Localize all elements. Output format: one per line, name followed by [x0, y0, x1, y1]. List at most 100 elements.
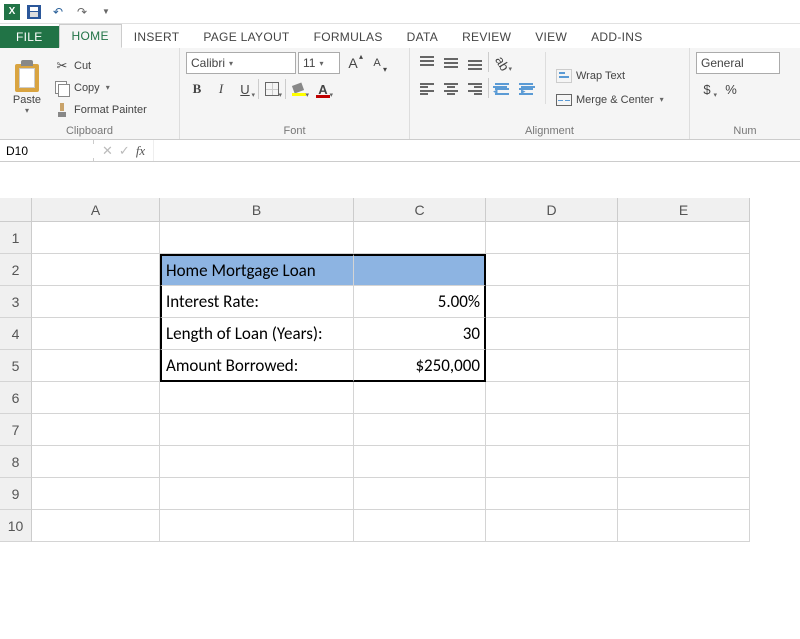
row-header-8[interactable]: 8: [0, 446, 32, 478]
cell-C2[interactable]: [354, 254, 486, 286]
cell-E3[interactable]: [618, 286, 750, 318]
cell-A5[interactable]: [32, 350, 160, 382]
cell-D1[interactable]: [486, 222, 618, 254]
cell-E1[interactable]: [618, 222, 750, 254]
cell-B10[interactable]: [160, 510, 354, 542]
redo-button[interactable]: ↷: [72, 2, 92, 22]
copy-button[interactable]: Copy ▾: [52, 78, 149, 98]
cell-D9[interactable]: [486, 478, 618, 510]
cell-C8[interactable]: [354, 446, 486, 478]
excel-icon[interactable]: X: [4, 4, 20, 20]
cell-A6[interactable]: [32, 382, 160, 414]
cell-B2[interactable]: Home Mortgage Loan: [160, 254, 354, 286]
col-header-C[interactable]: C: [354, 198, 486, 222]
decrease-indent-button[interactable]: ◂: [491, 78, 513, 100]
col-header-A[interactable]: A: [32, 198, 160, 222]
cell-C7[interactable]: [354, 414, 486, 446]
cut-button[interactable]: ✂ Cut: [52, 56, 149, 76]
cell-B1[interactable]: [160, 222, 354, 254]
wrap-text-button[interactable]: Wrap Text: [554, 66, 666, 86]
row-header-10[interactable]: 10: [0, 510, 32, 542]
save-button[interactable]: [24, 2, 44, 22]
cell-C5[interactable]: $250,000: [354, 350, 486, 382]
align-center-button[interactable]: [440, 78, 462, 100]
align-middle-button[interactable]: [440, 52, 462, 74]
cell-C3[interactable]: 5.00%: [354, 286, 486, 318]
undo-button[interactable]: ↶: [48, 2, 68, 22]
cell-C9[interactable]: [354, 478, 486, 510]
tab-data[interactable]: DATA: [395, 26, 450, 48]
paste-button[interactable]: Paste ▾: [6, 52, 48, 123]
font-color-button[interactable]: A▾: [312, 78, 334, 100]
align-left-button[interactable]: [416, 78, 438, 100]
align-bottom-button[interactable]: [464, 52, 486, 74]
font-name-dropdown[interactable]: Calibri▾: [186, 52, 296, 74]
insert-function-button[interactable]: fx: [136, 143, 145, 159]
align-top-button[interactable]: [416, 52, 438, 74]
tab-formulas[interactable]: FORMULAS: [302, 26, 395, 48]
align-right-button[interactable]: [464, 78, 486, 100]
increase-indent-button[interactable]: ▸: [515, 78, 537, 100]
cell-D6[interactable]: [486, 382, 618, 414]
select-all-corner[interactable]: [0, 198, 32, 222]
cell-D8[interactable]: [486, 446, 618, 478]
cell-C10[interactable]: [354, 510, 486, 542]
cell-C4[interactable]: 30: [354, 318, 486, 350]
col-header-E[interactable]: E: [618, 198, 750, 222]
col-header-B[interactable]: B: [160, 198, 354, 222]
qat-customize-button[interactable]: ▼: [96, 2, 116, 22]
row-header-2[interactable]: 2: [0, 254, 32, 286]
orientation-button[interactable]: ab▾: [491, 52, 513, 74]
tab-file[interactable]: FILE: [0, 26, 59, 48]
cell-E7[interactable]: [618, 414, 750, 446]
cell-B4[interactable]: Length of Loan (Years):: [160, 318, 354, 350]
cell-E5[interactable]: [618, 350, 750, 382]
format-painter-button[interactable]: Format Painter: [52, 100, 149, 120]
cell-E10[interactable]: [618, 510, 750, 542]
cell-B5[interactable]: Amount Borrowed:: [160, 350, 354, 382]
merge-center-button[interactable]: Merge & Center ▾: [554, 90, 666, 110]
cell-B7[interactable]: [160, 414, 354, 446]
tab-add-ins[interactable]: ADD-INS: [579, 26, 654, 48]
underline-button[interactable]: U▾: [234, 78, 256, 100]
bold-button[interactable]: B: [186, 78, 208, 100]
row-header-4[interactable]: 4: [0, 318, 32, 350]
formula-input[interactable]: [154, 140, 800, 161]
tab-insert[interactable]: INSERT: [122, 26, 192, 48]
grow-font-button[interactable]: A▴: [342, 52, 364, 74]
cell-E8[interactable]: [618, 446, 750, 478]
cell-B3[interactable]: Interest Rate:: [160, 286, 354, 318]
row-header-9[interactable]: 9: [0, 478, 32, 510]
cell-B9[interactable]: [160, 478, 354, 510]
cell-A9[interactable]: [32, 478, 160, 510]
cell-E6[interactable]: [618, 382, 750, 414]
cell-A10[interactable]: [32, 510, 160, 542]
formula-cancel-button[interactable]: ✕: [102, 143, 113, 159]
formula-enter-button[interactable]: ✓: [119, 143, 130, 159]
borders-button[interactable]: ▾: [261, 78, 283, 100]
cell-D4[interactable]: [486, 318, 618, 350]
fill-color-button[interactable]: ▾: [288, 78, 310, 100]
tab-view[interactable]: VIEW: [523, 26, 579, 48]
cell-E9[interactable]: [618, 478, 750, 510]
cell-D5[interactable]: [486, 350, 618, 382]
row-header-6[interactable]: 6: [0, 382, 32, 414]
cell-A7[interactable]: [32, 414, 160, 446]
tab-home[interactable]: HOME: [59, 24, 122, 48]
cell-C1[interactable]: [354, 222, 486, 254]
cell-D3[interactable]: [486, 286, 618, 318]
percent-button[interactable]: %: [720, 78, 742, 100]
tab-page-layout[interactable]: PAGE LAYOUT: [191, 26, 301, 48]
font-size-dropdown[interactable]: 11▾: [298, 52, 340, 74]
shrink-font-button[interactable]: A▾: [366, 52, 388, 74]
cell-D10[interactable]: [486, 510, 618, 542]
row-header-1[interactable]: 1: [0, 222, 32, 254]
row-header-7[interactable]: 7: [0, 414, 32, 446]
cell-A2[interactable]: [32, 254, 160, 286]
col-header-D[interactable]: D: [486, 198, 618, 222]
cell-A3[interactable]: [32, 286, 160, 318]
cell-A4[interactable]: [32, 318, 160, 350]
currency-button[interactable]: $▾: [696, 78, 718, 100]
cell-E4[interactable]: [618, 318, 750, 350]
cell-A1[interactable]: [32, 222, 160, 254]
